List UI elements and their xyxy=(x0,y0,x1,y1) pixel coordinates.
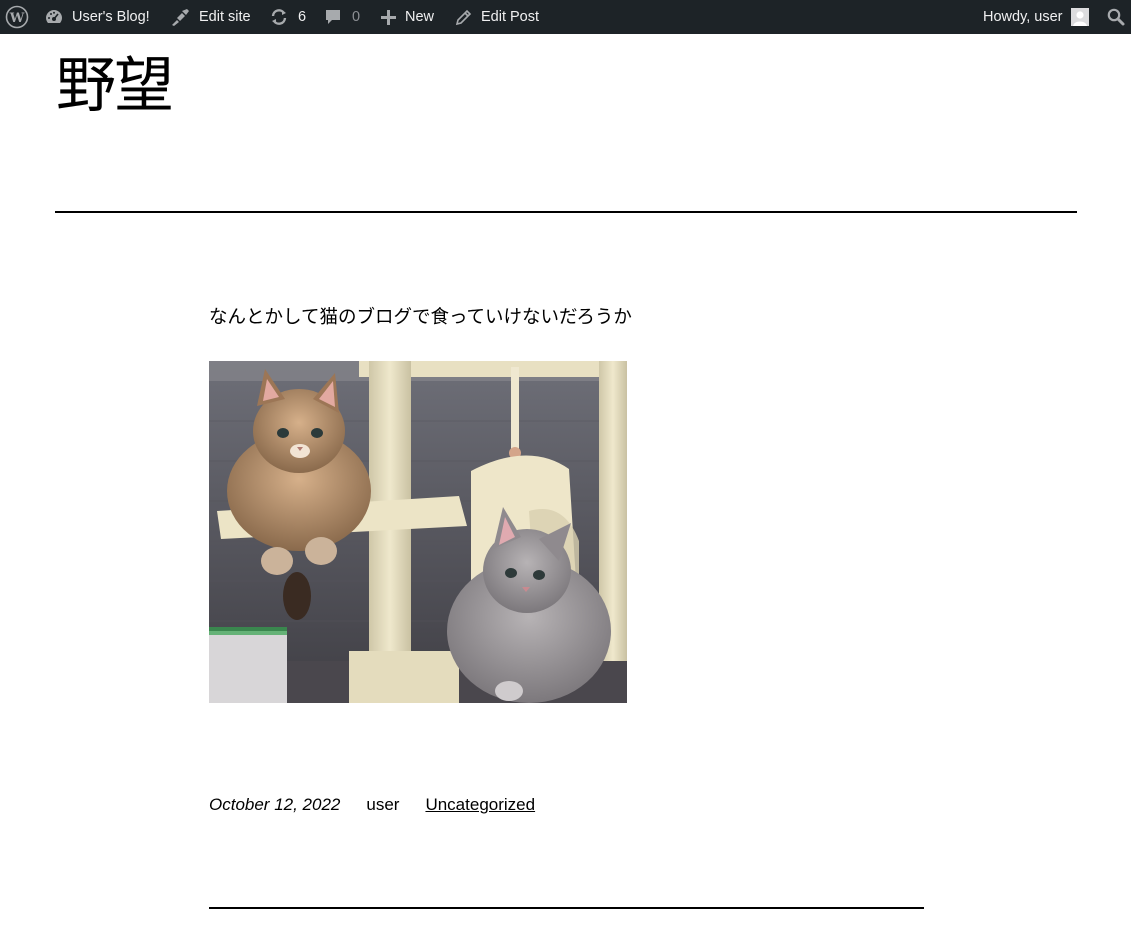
svg-text:W: W xyxy=(9,11,25,26)
comments-button[interactable]: 0 xyxy=(324,0,360,34)
avatar xyxy=(1070,8,1089,26)
updates-count: 6 xyxy=(298,9,307,25)
update-icon xyxy=(269,7,289,27)
search-button[interactable] xyxy=(1106,0,1126,34)
wordpress-logo-button[interactable]: W xyxy=(5,0,29,34)
post-category-link[interactable]: Uncategorized xyxy=(425,793,535,817)
edit-site-button[interactable]: Edit site xyxy=(170,0,251,34)
search-icon xyxy=(1106,7,1126,27)
wordpress-icon: W xyxy=(5,5,29,29)
header-separator xyxy=(55,211,1077,213)
brush-icon xyxy=(170,7,191,27)
comments-count: 0 xyxy=(352,9,361,25)
site-name-link[interactable]: User's Blog! xyxy=(44,0,150,34)
post-image xyxy=(209,361,627,703)
updates-button[interactable]: 6 xyxy=(269,0,306,34)
comment-icon xyxy=(324,8,342,26)
footer-separator xyxy=(209,907,924,909)
site-title[interactable]: 野望 xyxy=(56,48,174,124)
admin-bar: W User's Blog! Edit site 6 0 New Edit Po… xyxy=(0,0,1131,34)
plus-icon xyxy=(380,9,397,26)
site-name-label: User's Blog! xyxy=(72,9,150,25)
my-account-menu[interactable]: Howdy, user xyxy=(983,0,1089,34)
dashboard-icon xyxy=(44,7,64,27)
pencil-icon xyxy=(455,9,472,26)
new-label: New xyxy=(405,9,435,25)
post-date: October 12, 2022 xyxy=(209,795,341,814)
cats-photo xyxy=(209,361,627,703)
post-author: user xyxy=(366,795,400,814)
edit-post-label: Edit Post xyxy=(481,9,540,25)
post-paragraph: なんとかして猫のブログで食っていけないだろうか xyxy=(209,306,632,327)
howdy-label: Howdy, user xyxy=(983,9,1063,25)
post-meta: October 12, 2022 user Uncategorized xyxy=(209,793,535,817)
edit-site-label: Edit site xyxy=(199,9,251,25)
edit-post-button[interactable]: Edit Post xyxy=(455,0,539,34)
new-content-button[interactable]: New xyxy=(380,0,434,34)
